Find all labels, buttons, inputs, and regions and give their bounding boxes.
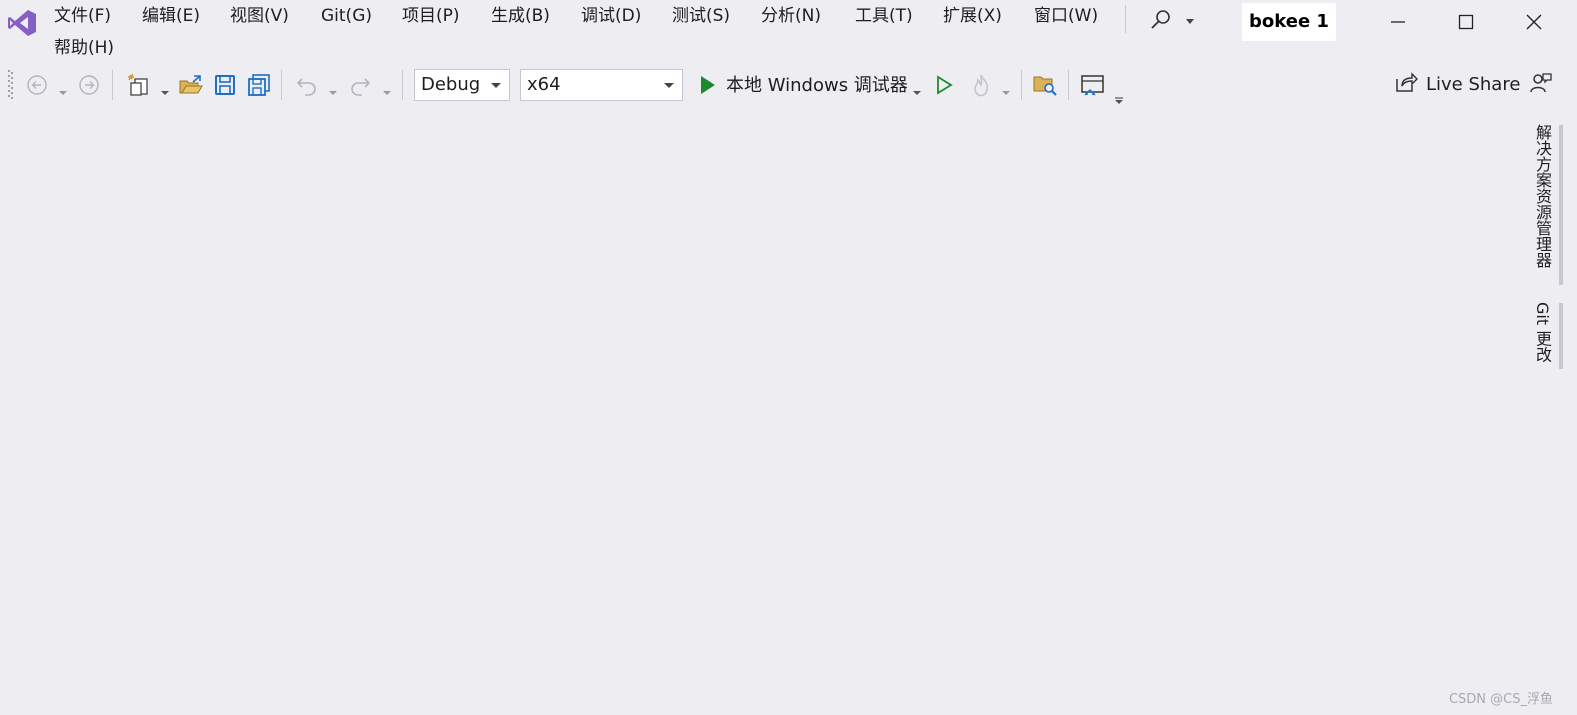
menu-test[interactable]: 测试(S) [672, 5, 730, 27]
toolbar-divider [1021, 70, 1022, 100]
platform-value: x64 [527, 74, 561, 95]
menu-help[interactable]: 帮助(H) [54, 37, 114, 59]
hot-reload-icon[interactable] [968, 72, 994, 98]
menu-analyze[interactable]: 分析(N) [761, 5, 821, 27]
side-tab-indicator [1559, 125, 1563, 285]
menu-window[interactable]: 窗口(W) [1034, 5, 1098, 27]
save-icon[interactable] [212, 72, 238, 98]
visual-studio-logo-icon [6, 8, 38, 38]
back-icon[interactable] [24, 72, 50, 98]
menu-view[interactable]: 视图(V) [230, 5, 289, 27]
undo-icon[interactable] [294, 72, 320, 98]
browser-icon[interactable] [1080, 72, 1106, 98]
live-share-label: Live Share [1426, 73, 1521, 95]
menu-git[interactable]: Git(G) [321, 5, 372, 27]
run-dropdown-icon[interactable] [912, 82, 922, 95]
live-share-icon [1394, 70, 1418, 99]
feedback-icon[interactable] [1528, 70, 1554, 96]
tab-solution-explorer[interactable]: 解决方案资源管理器 [1532, 124, 1552, 268]
start-debugging-button[interactable]: 本地 Windows 调试器 [726, 74, 908, 98]
tab-git-changes[interactable]: Git 更改 [1532, 302, 1552, 362]
toolbar-overflow-icon[interactable] [1114, 90, 1124, 104]
editor-area [0, 110, 1525, 710]
new-project-icon[interactable] [126, 72, 152, 98]
run-icon[interactable] [694, 72, 720, 98]
configuration-value: Debug [421, 74, 481, 95]
back-dropdown-icon[interactable] [58, 82, 68, 95]
toolbar-divider [1068, 70, 1069, 100]
chevron-down-icon [664, 83, 674, 88]
toolbar-divider [281, 70, 282, 100]
run-without-debug-icon[interactable] [931, 72, 957, 98]
watermark: CSDN @CS_浮鱼 [1448, 692, 1553, 707]
menu-tools[interactable]: 工具(T) [855, 5, 913, 27]
new-project-dropdown-icon[interactable] [160, 82, 170, 95]
close-icon[interactable] [1500, 0, 1568, 44]
toolbar-divider [112, 70, 113, 100]
toolbar-grip[interactable] [8, 70, 14, 100]
chevron-down-icon [491, 83, 501, 88]
redo-icon[interactable] [347, 72, 373, 98]
menu-project[interactable]: 项目(P) [402, 5, 460, 27]
maximize-icon[interactable] [1432, 0, 1500, 44]
platform-select[interactable]: x64 [520, 69, 683, 101]
hot-reload-dropdown-icon[interactable] [1001, 82, 1011, 95]
menu-debug[interactable]: 调试(D) [581, 5, 641, 27]
configuration-select[interactable]: Debug [414, 69, 510, 101]
save-all-icon[interactable] [246, 72, 272, 98]
search-button[interactable] [1146, 6, 1206, 34]
side-tab-indicator [1559, 303, 1563, 369]
minimize-icon[interactable] [1364, 0, 1432, 44]
forward-icon[interactable] [76, 72, 102, 98]
redo-dropdown-icon[interactable] [382, 82, 392, 95]
menu-file[interactable]: 文件(F) [54, 5, 111, 27]
undo-dropdown-icon[interactable] [328, 82, 338, 95]
menu-extensions[interactable]: 扩展(X) [943, 5, 1002, 27]
open-folder-icon[interactable] [178, 72, 204, 98]
find-in-files-icon[interactable] [1032, 72, 1058, 98]
menu-divider [1125, 5, 1126, 33]
menu-edit[interactable]: 编辑(E) [142, 5, 200, 27]
solution-name-badge: bokee 1 [1242, 3, 1336, 41]
menu-build[interactable]: 生成(B) [491, 5, 550, 27]
live-share-button[interactable]: Live Share [1394, 70, 1520, 98]
toolbar-divider [402, 70, 403, 100]
